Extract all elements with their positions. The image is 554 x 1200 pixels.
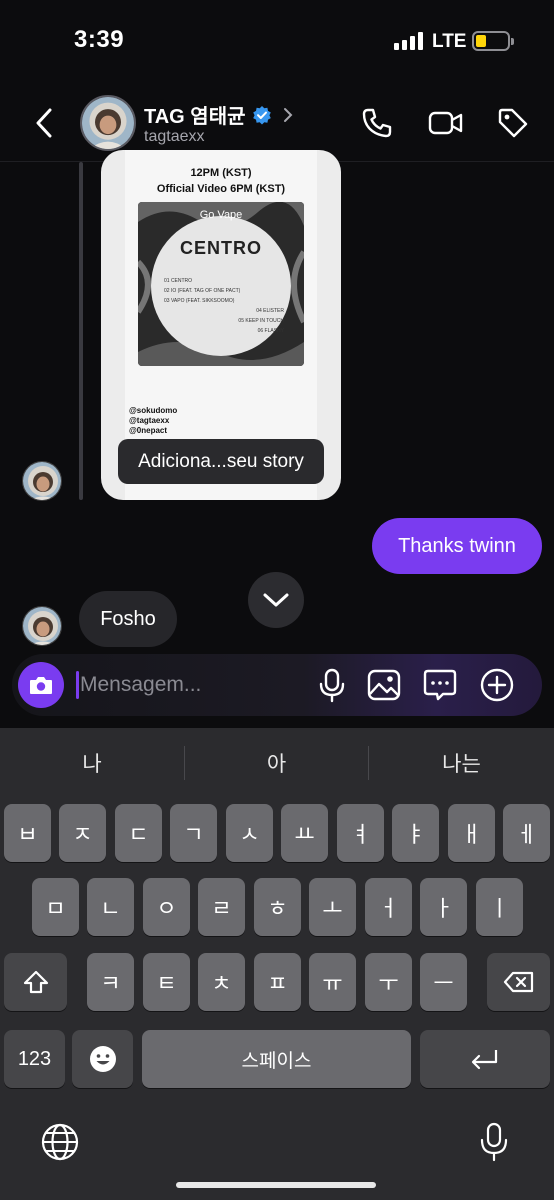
story-credits: @sokudomo @tagtaexx @0nepact <box>129 406 177 436</box>
track-item: 01 CENTRO <box>164 278 193 284</box>
key[interactable]: ㅅ <box>226 804 273 862</box>
text-caret <box>76 671 79 699</box>
key[interactable]: ㅇ <box>143 878 190 936</box>
key[interactable]: ㅛ <box>281 804 328 862</box>
album-cover: Go Vape CENTRO 01 CENTRO 02 IO (FEAT. TA… <box>138 202 304 366</box>
key[interactable]: ㄷ <box>115 804 162 862</box>
key[interactable]: ㄴ <box>87 878 134 936</box>
avatar[interactable] <box>22 606 62 646</box>
key[interactable]: ㅋ <box>87 953 134 1011</box>
key[interactable]: ㅡ <box>420 953 467 1011</box>
key[interactable]: ㄱ <box>170 804 217 862</box>
key[interactable]: ㅣ <box>476 878 523 936</box>
globe-icon[interactable] <box>40 1122 80 1162</box>
sticker-icon[interactable] <box>422 667 458 703</box>
key[interactable]: ㄹ <box>198 878 245 936</box>
contact-handle: tagtaexx <box>144 128 205 145</box>
home-indicator[interactable] <box>176 1182 376 1188</box>
keyboard: 나 아 나는 ㅂ ㅈ ㄷ ㄱ ㅅ ㅛ ㅕ ㅑ ㅐ ㅔ ㅁ ㄴ ㅇ ㄹ ㅎ ㅗ ㅓ… <box>0 728 554 1200</box>
credit-item: @0nepact <box>129 426 168 435</box>
emoji-icon <box>89 1046 116 1072</box>
key[interactable]: ㅊ <box>198 953 245 1011</box>
status-bar: 3:39 LTE <box>0 0 554 84</box>
key[interactable]: ㅏ <box>420 878 467 936</box>
phone-icon[interactable] <box>360 106 394 140</box>
message-input[interactable] <box>80 668 300 702</box>
message-incoming[interactable]: Fosho <box>79 591 177 647</box>
contact-name[interactable]: TAG 염태균 <box>144 100 294 129</box>
key[interactable]: ㅔ <box>503 804 550 862</box>
camera-icon <box>30 677 52 694</box>
message-outgoing[interactable]: Thanks twinn <box>372 518 542 574</box>
network-label: LTE <box>432 31 467 52</box>
key[interactable]: ㅠ <box>309 953 356 1011</box>
shift-icon <box>23 970 48 994</box>
verified-icon <box>252 105 271 124</box>
chevron-right-icon <box>283 107 292 122</box>
shift-key[interactable] <box>4 953 67 1011</box>
tag-icon[interactable] <box>496 106 530 140</box>
suggestion-item[interactable]: 나 <box>0 728 184 798</box>
key[interactable]: ㅎ <box>254 878 301 936</box>
story-line-2: Official Video 6PM (KST) <box>156 183 286 195</box>
video-icon[interactable] <box>428 106 464 140</box>
credit-item: @sokudomo <box>129 406 178 415</box>
track-item: 02 IO (FEAT. TAG OF ONE PACT) <box>164 288 241 294</box>
microphone-icon[interactable] <box>314 667 350 703</box>
avatar[interactable] <box>22 461 62 501</box>
key[interactable]: ㅜ <box>365 953 412 1011</box>
cover-watermark: Go Vape <box>199 209 243 221</box>
key[interactable]: ㅐ <box>448 804 495 862</box>
return-icon <box>471 1050 498 1070</box>
signal-icon <box>394 32 423 50</box>
back-icon[interactable] <box>30 106 60 140</box>
key[interactable]: ㅕ <box>337 804 384 862</box>
story-line-1: 12PM (KST) <box>190 167 252 179</box>
chevron-down-icon <box>263 593 289 607</box>
scroll-down-button[interactable] <box>248 572 304 628</box>
track-item: 03 VAPO (FEAT. SIKKSOOMO) <box>164 298 235 304</box>
message-composer <box>12 654 542 716</box>
emoji-key[interactable] <box>72 1030 133 1088</box>
backspace-key[interactable] <box>487 953 550 1011</box>
track-item: 06 FLASHY <box>257 328 284 334</box>
camera-button[interactable] <box>18 662 64 708</box>
key[interactable]: ㅗ <box>309 878 356 936</box>
avatar[interactable] <box>80 95 136 151</box>
key[interactable]: ㅁ <box>32 878 79 936</box>
suggestion-item[interactable]: 아 <box>185 728 368 798</box>
status-time: 3:39 <box>74 26 125 53</box>
key[interactable]: ㅓ <box>365 878 412 936</box>
credit-item: @tagtaexx <box>129 416 170 425</box>
key[interactable]: ㅑ <box>392 804 439 862</box>
contact-name-text: TAG 염태균 <box>144 106 246 128</box>
reply-line <box>79 162 83 500</box>
key[interactable]: ㅌ <box>143 953 190 1011</box>
key[interactable]: ㅂ <box>4 804 51 862</box>
tracklist: 01 CENTRO 02 IO (FEAT. TAG OF ONE PACT) … <box>164 276 284 336</box>
track-item: 04 ELISTER <box>256 308 284 314</box>
space-key[interactable]: 스페이스 <box>142 1030 411 1088</box>
numbers-key[interactable]: 123 <box>4 1030 65 1088</box>
backspace-icon <box>503 971 533 993</box>
suggestion-item[interactable]: 나는 <box>369 728 554 798</box>
cover-title: CENTRO <box>180 238 262 258</box>
key[interactable]: ㅈ <box>59 804 106 862</box>
key[interactable]: ㅍ <box>254 953 301 1011</box>
battery-icon <box>472 31 514 51</box>
plus-icon[interactable] <box>479 667 515 703</box>
image-icon[interactable] <box>366 667 402 703</box>
dictation-icon[interactable] <box>474 1122 514 1162</box>
return-key[interactable] <box>420 1030 550 1088</box>
story-badge[interactable]: Adiciona...seu story <box>118 439 324 484</box>
track-item: 05 KEEP IN TOUCH <box>238 318 284 324</box>
